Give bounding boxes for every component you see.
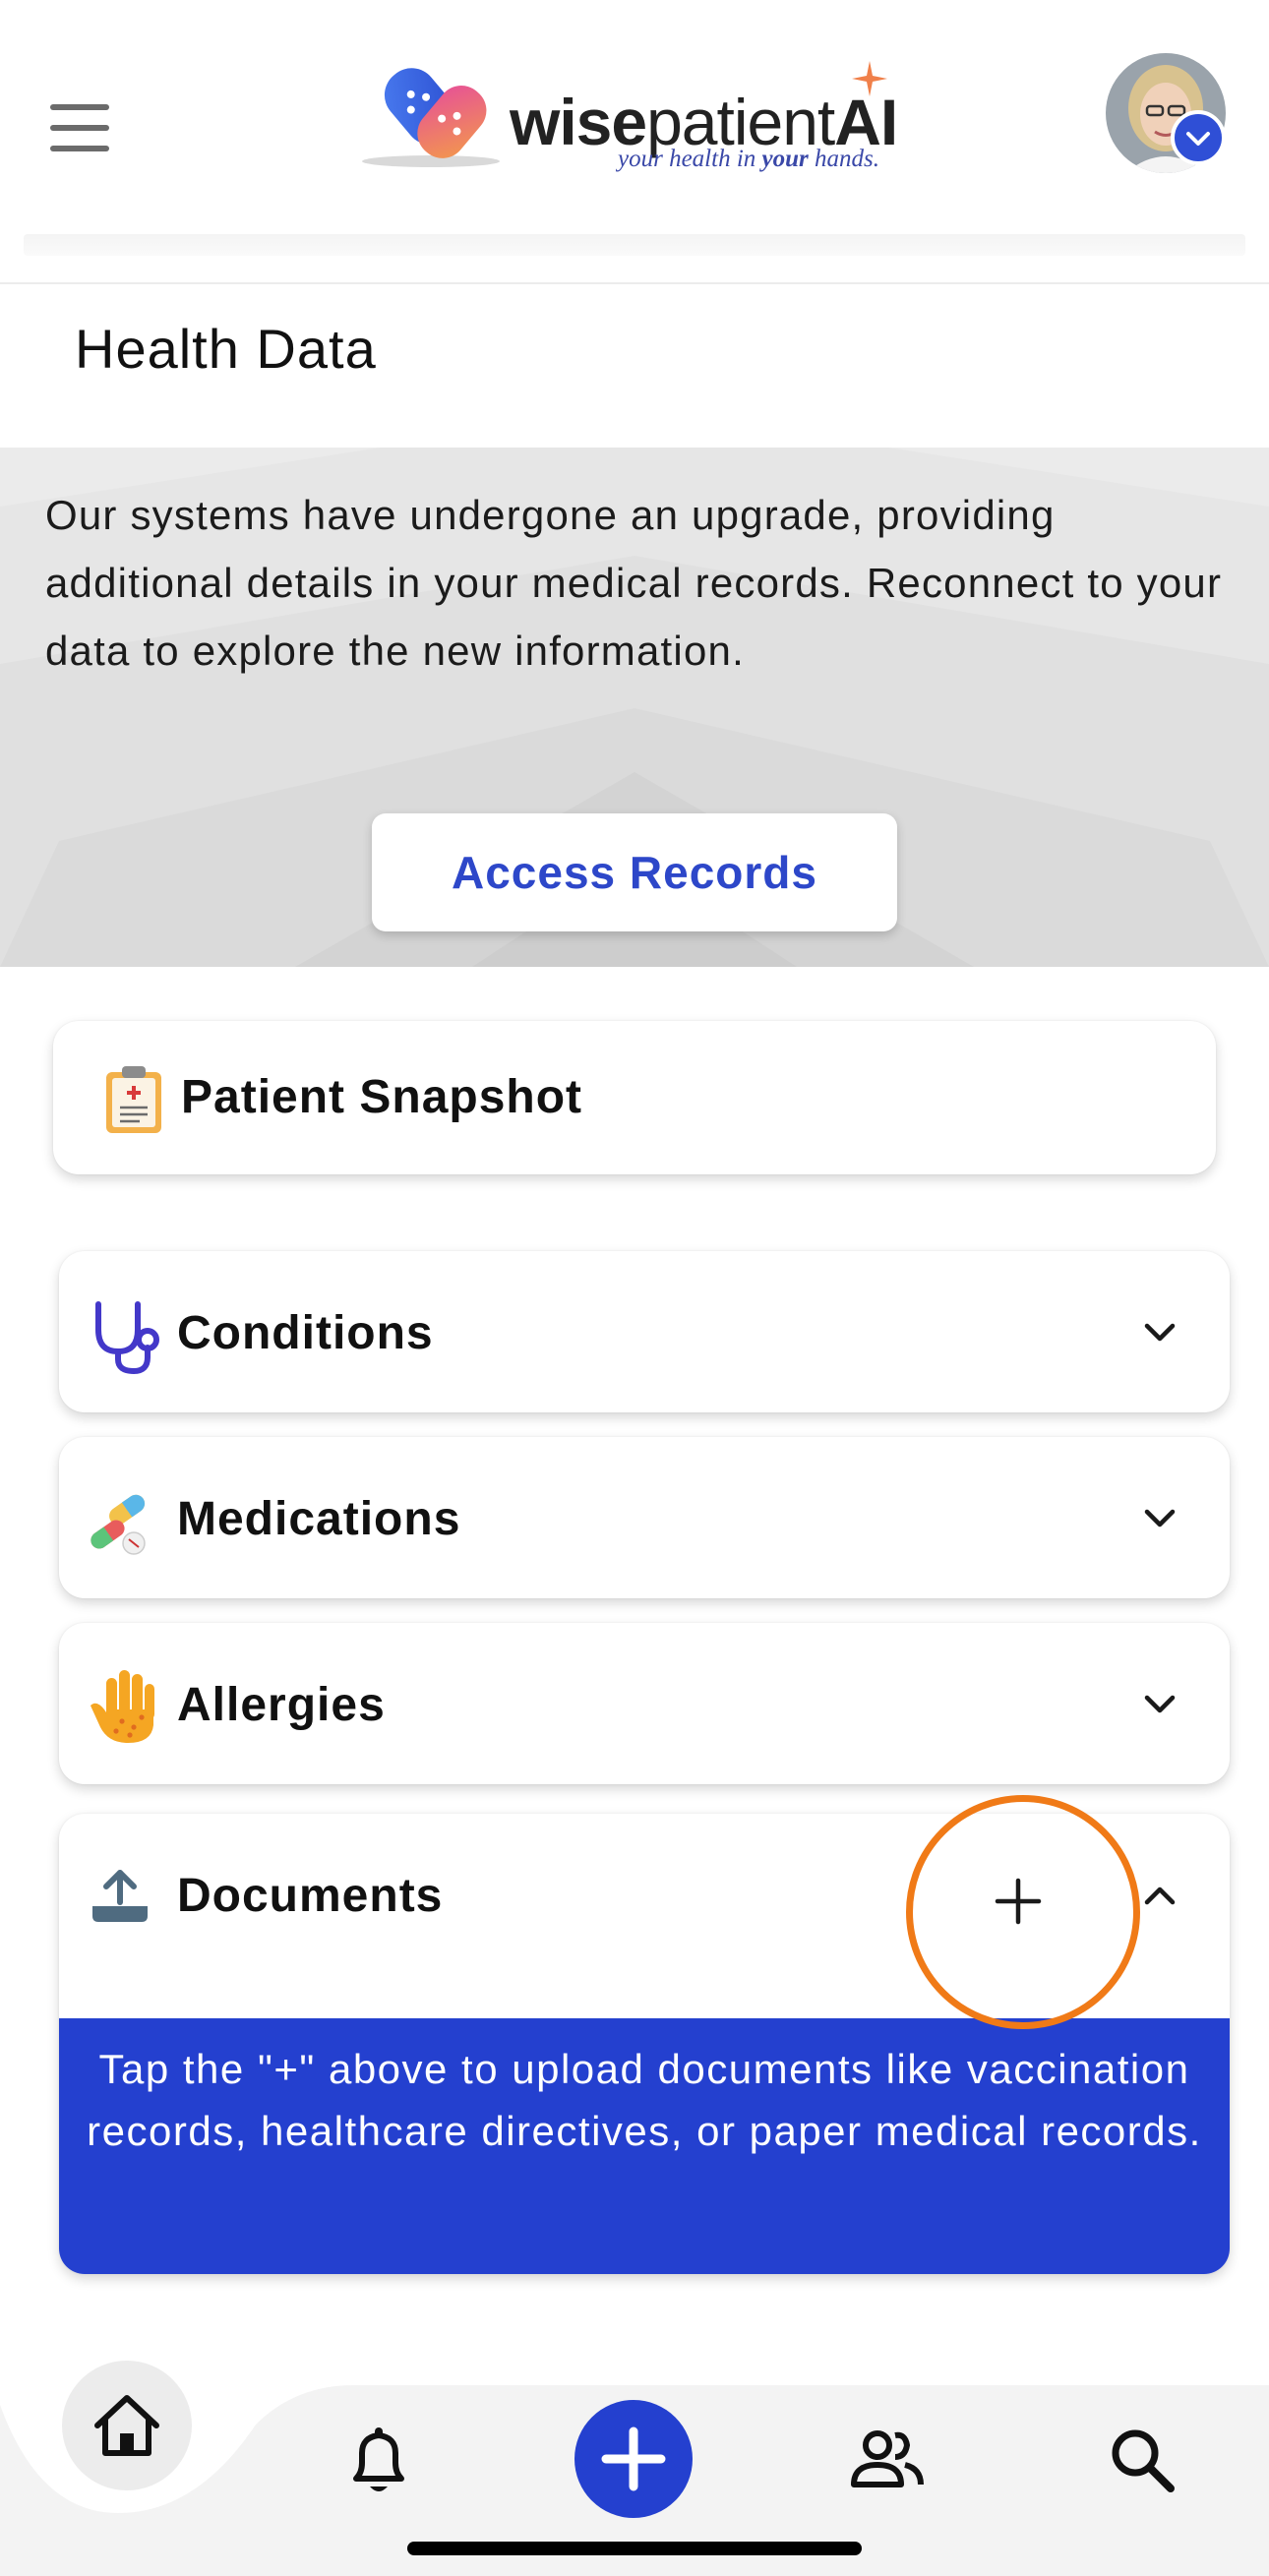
allergies-label: Allergies [177, 1679, 386, 1731]
chevron-down-icon[interactable] [1135, 1680, 1184, 1729]
chevron-down-icon [1186, 132, 1210, 146]
add-button[interactable] [574, 2400, 693, 2518]
documents-upload-hint: Tap the "+" above to upload documents li… [59, 2018, 1230, 2274]
hand-icon [91, 1670, 154, 1743]
home-indicator [407, 2542, 862, 2555]
search-tab[interactable] [1108, 2426, 1178, 2496]
documents-label: Documents [177, 1870, 444, 1922]
bandage-logo-icon [362, 68, 500, 167]
header-border [0, 282, 1269, 284]
banner-message: Our systems have undergone an upgrade, p… [45, 492, 1223, 674]
app-logo: wisepatientAI your health in your hands. [354, 43, 905, 191]
bell-icon [353, 2427, 404, 2491]
stethoscope-icon [95, 1301, 159, 1375]
people-icon [851, 2430, 924, 2487]
header-divider [24, 234, 1245, 256]
chevron-down-icon[interactable] [1135, 1494, 1184, 1543]
conditions-card[interactable]: Conditions [59, 1251, 1230, 1412]
allergies-card[interactable]: Allergies [59, 1623, 1230, 1784]
upload-icon [92, 1870, 148, 1922]
access-records-button[interactable]: Access Records [372, 813, 897, 931]
medications-label: Medications [177, 1493, 461, 1545]
chevron-down-icon[interactable] [1135, 1308, 1184, 1357]
home-tab[interactable] [62, 2361, 192, 2490]
pills-icon [91, 1494, 146, 1555]
search-icon [1112, 2429, 1175, 2492]
sparkle-icon [852, 61, 887, 96]
logo-tagline: your health in your hands. [618, 146, 879, 172]
tap-highlight-ring [906, 1795, 1140, 2029]
page-title: Health Data [75, 318, 377, 380]
medications-card[interactable]: Medications [59, 1437, 1230, 1598]
plus-icon [601, 2426, 666, 2491]
hamburger-menu-icon[interactable] [47, 104, 112, 151]
account-dropdown-button[interactable] [1171, 110, 1226, 165]
conditions-label: Conditions [177, 1307, 434, 1359]
app-header: wisepatientAI your health in your hands. [0, 0, 1269, 284]
snapshot-label: Patient Snapshot [181, 1071, 583, 1123]
notifications-tab[interactable] [342, 2424, 415, 2498]
home-icon [94, 2395, 159, 2456]
patient-snapshot-card[interactable]: Patient Snapshot [53, 1021, 1216, 1174]
people-tab[interactable] [848, 2427, 927, 2492]
chevron-up-icon[interactable] [1135, 1871, 1184, 1920]
clipboard-icon [106, 1066, 161, 1133]
upgrade-banner: Our systems have undergone an upgrade, p… [0, 448, 1269, 967]
